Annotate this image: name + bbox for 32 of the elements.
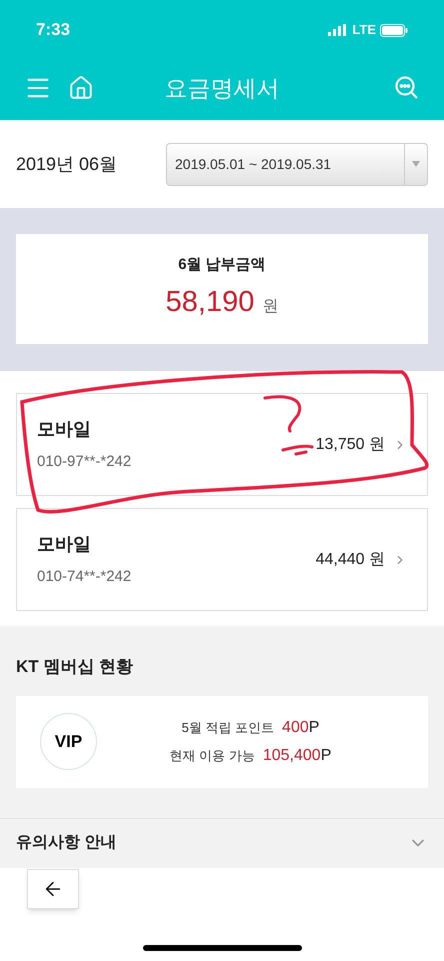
home-icon — [68, 75, 94, 101]
status-time: 7:33 — [36, 19, 70, 42]
points-value: 105,400P — [262, 746, 332, 766]
total-label: 6월 납부금액 — [178, 255, 266, 275]
phone-number: 010-97**-*242 — [37, 452, 132, 472]
points-label: 5월 적립 포인트 — [182, 718, 274, 736]
total-amount: 58,190 — [166, 284, 254, 320]
period-dropdown[interactable]: 2019.05.01 ~ 2019.05.31 — [166, 142, 428, 186]
line-name: 모바일 — [37, 418, 92, 441]
battery-icon — [380, 24, 408, 36]
grade-badge: VIP — [40, 713, 97, 770]
membership-title: KT 멤버십 현황 — [16, 656, 134, 678]
signal-icon — [328, 24, 348, 36]
line-card[interactable]: 모바일 010-74**-*242 44,440 원 — [16, 508, 428, 611]
home-button[interactable] — [68, 75, 94, 101]
question-scribble — [264, 395, 314, 456]
phone-number: 010-74**-*242 — [37, 566, 132, 587]
back-button[interactable] — [27, 868, 79, 908]
line-name: 모바일 — [37, 532, 92, 556]
month-label: 2019년 06월 — [16, 152, 118, 176]
points-value: 400P — [282, 718, 320, 738]
line-amount: 44,440 원 — [316, 550, 385, 570]
line-amount: 13,750 원 — [316, 434, 385, 454]
caret-icon — [412, 161, 420, 167]
network-label: LTE — [352, 21, 376, 40]
line-card[interactable]: 모바일 010-97**-*242 13,750 원 — [16, 393, 428, 496]
notice-row[interactable]: 유의사항 안내 — [0, 818, 444, 868]
search-button[interactable] — [394, 75, 420, 101]
currency-label: 원 — [262, 296, 278, 316]
points-label: 현재 이용 가능 — [170, 746, 255, 764]
page-title: 요금명세서 — [164, 74, 280, 103]
search-icon — [394, 75, 420, 101]
